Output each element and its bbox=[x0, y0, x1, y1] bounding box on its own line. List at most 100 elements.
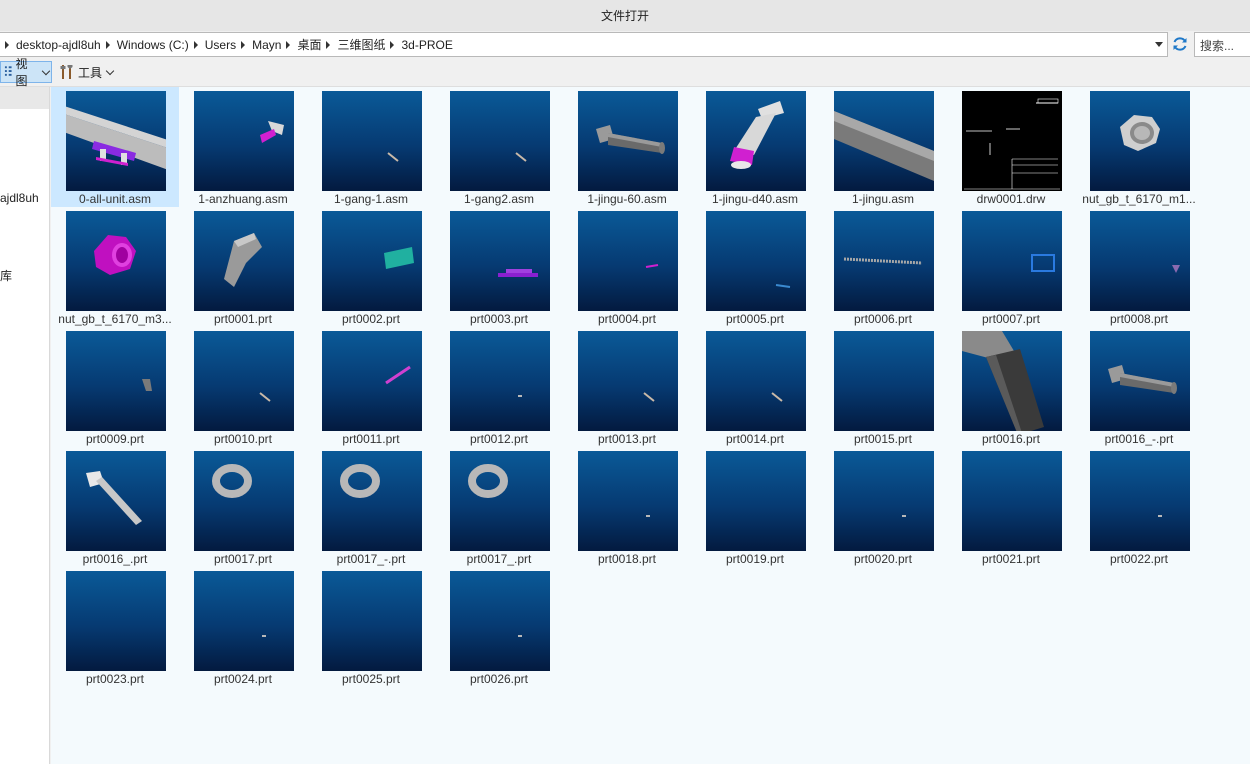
file-item[interactable]: prt0016_-.prt bbox=[1075, 327, 1203, 447]
file-item[interactable]: nut_gb_t_6170_m1... bbox=[1075, 87, 1203, 207]
file-name[interactable]: prt0023.prt bbox=[51, 672, 179, 686]
file-name[interactable]: prt0001.prt bbox=[179, 312, 307, 326]
breadcrumb-item[interactable]: Windows (C:) bbox=[117, 38, 189, 52]
file-thumbnail[interactable] bbox=[66, 571, 166, 671]
file-name[interactable]: 1-anzhuang.asm bbox=[179, 192, 307, 206]
file-name[interactable]: 1-jingu-60.asm bbox=[563, 192, 691, 206]
file-thumbnail[interactable] bbox=[322, 451, 422, 551]
file-thumbnail[interactable] bbox=[66, 211, 166, 311]
file-item[interactable]: prt0012.prt bbox=[435, 327, 563, 447]
file-item[interactable]: 1-gang-1.asm bbox=[307, 87, 435, 207]
file-item[interactable]: prt0023.prt bbox=[51, 567, 179, 687]
file-item[interactable]: prt0010.prt bbox=[179, 327, 307, 447]
breadcrumb-separator-icon[interactable] bbox=[390, 40, 395, 49]
file-item[interactable]: prt0003.prt bbox=[435, 207, 563, 327]
file-name[interactable]: prt0015.prt bbox=[819, 432, 947, 446]
file-thumbnail[interactable] bbox=[834, 91, 934, 191]
breadcrumb-item[interactable]: 桌面 bbox=[297, 36, 321, 53]
file-item[interactable]: prt0019.prt bbox=[691, 447, 819, 567]
file-thumbnail[interactable] bbox=[578, 451, 678, 551]
file-item[interactable]: prt0006.prt bbox=[819, 207, 947, 327]
file-name[interactable]: 0-all-unit.asm bbox=[51, 192, 179, 206]
file-thumbnail[interactable] bbox=[1090, 211, 1190, 311]
file-thumbnail[interactable] bbox=[194, 211, 294, 311]
tools-menu-button[interactable]: 工具 bbox=[56, 61, 118, 83]
file-name[interactable]: prt0005.prt bbox=[691, 312, 819, 326]
file-name[interactable]: prt0022.prt bbox=[1075, 552, 1203, 566]
file-thumbnail[interactable] bbox=[194, 331, 294, 431]
file-name[interactable]: prt0017_-.prt bbox=[307, 552, 435, 566]
file-name[interactable]: prt0011.prt bbox=[307, 432, 435, 446]
file-item[interactable]: prt0026.prt bbox=[435, 567, 563, 687]
file-thumbnail[interactable] bbox=[834, 451, 934, 551]
file-name[interactable]: prt0009.prt bbox=[51, 432, 179, 446]
file-name[interactable]: prt0016.prt bbox=[947, 432, 1075, 446]
breadcrumb-separator-icon[interactable] bbox=[5, 40, 9, 49]
file-item[interactable]: 0-all-unit.asm bbox=[51, 87, 179, 207]
file-item[interactable]: prt0021.prt bbox=[947, 447, 1075, 567]
file-name[interactable]: prt0004.prt bbox=[563, 312, 691, 326]
file-thumbnail[interactable] bbox=[450, 91, 550, 191]
file-item[interactable]: 1-anzhuang.asm bbox=[179, 87, 307, 207]
file-item[interactable]: prt0008.prt bbox=[1075, 207, 1203, 327]
file-item[interactable]: prt0001.prt bbox=[179, 207, 307, 327]
file-item[interactable]: prt0018.prt bbox=[563, 447, 691, 567]
file-name[interactable]: 1-jingu.asm bbox=[819, 192, 947, 206]
file-thumbnail[interactable] bbox=[194, 91, 294, 191]
file-name[interactable]: prt0006.prt bbox=[819, 312, 947, 326]
file-thumbnail[interactable] bbox=[962, 211, 1062, 311]
file-item[interactable]: prt0017_-.prt bbox=[307, 447, 435, 567]
file-thumbnail[interactable] bbox=[66, 451, 166, 551]
file-item[interactable]: prt0024.prt bbox=[179, 567, 307, 687]
file-name[interactable]: prt0012.prt bbox=[435, 432, 563, 446]
breadcrumb-users[interactable]: Users bbox=[189, 33, 236, 56]
file-name[interactable]: prt0019.prt bbox=[691, 552, 819, 566]
breadcrumb-folder[interactable]: 三维图纸 bbox=[321, 33, 385, 56]
breadcrumb-separator-icon[interactable] bbox=[326, 40, 331, 49]
file-name[interactable]: prt0026.prt bbox=[435, 672, 563, 686]
file-thumbnail[interactable] bbox=[834, 211, 934, 311]
file-thumbnail[interactable] bbox=[706, 211, 806, 311]
file-name[interactable]: prt0016_.prt bbox=[51, 552, 179, 566]
file-thumbnail[interactable] bbox=[962, 91, 1062, 191]
file-thumbnail[interactable] bbox=[706, 331, 806, 431]
breadcrumb-item[interactable]: desktop-ajdl8uh bbox=[16, 38, 101, 52]
file-name[interactable]: prt0018.prt bbox=[563, 552, 691, 566]
refresh-button[interactable] bbox=[1169, 33, 1191, 55]
file-item[interactable]: prt0002.prt bbox=[307, 207, 435, 327]
file-item[interactable]: prt0016.prt bbox=[947, 327, 1075, 447]
file-name[interactable]: prt0008.prt bbox=[1075, 312, 1203, 326]
file-thumbnail[interactable] bbox=[322, 571, 422, 671]
file-item[interactable]: drw0001.drw bbox=[947, 87, 1075, 207]
breadcrumb-separator-icon[interactable] bbox=[241, 40, 246, 49]
file-thumbnail[interactable] bbox=[962, 331, 1062, 431]
file-thumbnail[interactable] bbox=[962, 451, 1062, 551]
nav-item-computer[interactable]: ajdl8uh bbox=[0, 191, 39, 205]
file-thumbnail[interactable] bbox=[450, 451, 550, 551]
file-item[interactable]: prt0005.prt bbox=[691, 207, 819, 327]
file-item[interactable]: 1-jingu.asm bbox=[819, 87, 947, 207]
file-thumbnail[interactable] bbox=[1090, 451, 1190, 551]
breadcrumb-separator-icon[interactable] bbox=[286, 40, 291, 49]
address-bar[interactable]: desktop-ajdl8uh Windows (C:) Users Mayn … bbox=[0, 32, 1168, 57]
file-item[interactable]: prt0022.prt bbox=[1075, 447, 1203, 567]
file-name[interactable]: prt0010.prt bbox=[179, 432, 307, 446]
file-name[interactable]: prt0025.prt bbox=[307, 672, 435, 686]
file-item[interactable]: prt0017.prt bbox=[179, 447, 307, 567]
breadcrumb-root[interactable]: desktop-ajdl8uh bbox=[0, 33, 101, 56]
file-item[interactable]: 1-jingu-60.asm bbox=[563, 87, 691, 207]
breadcrumb-separator-icon[interactable] bbox=[105, 40, 110, 49]
file-thumbnail[interactable] bbox=[450, 331, 550, 431]
file-item[interactable]: prt0011.prt bbox=[307, 327, 435, 447]
file-item[interactable]: prt0015.prt bbox=[819, 327, 947, 447]
breadcrumb-item[interactable]: 三维图纸 bbox=[337, 36, 385, 53]
file-thumbnail[interactable] bbox=[578, 331, 678, 431]
file-item[interactable]: prt0014.prt bbox=[691, 327, 819, 447]
file-thumbnail[interactable] bbox=[578, 91, 678, 191]
file-thumbnail[interactable] bbox=[450, 211, 550, 311]
breadcrumb-user[interactable]: Mayn bbox=[236, 33, 281, 56]
file-name[interactable]: 1-jingu-d40.asm bbox=[691, 192, 819, 206]
file-name[interactable]: prt0020.prt bbox=[819, 552, 947, 566]
file-thumbnail[interactable] bbox=[706, 451, 806, 551]
file-name[interactable]: prt0017_.prt bbox=[435, 552, 563, 566]
